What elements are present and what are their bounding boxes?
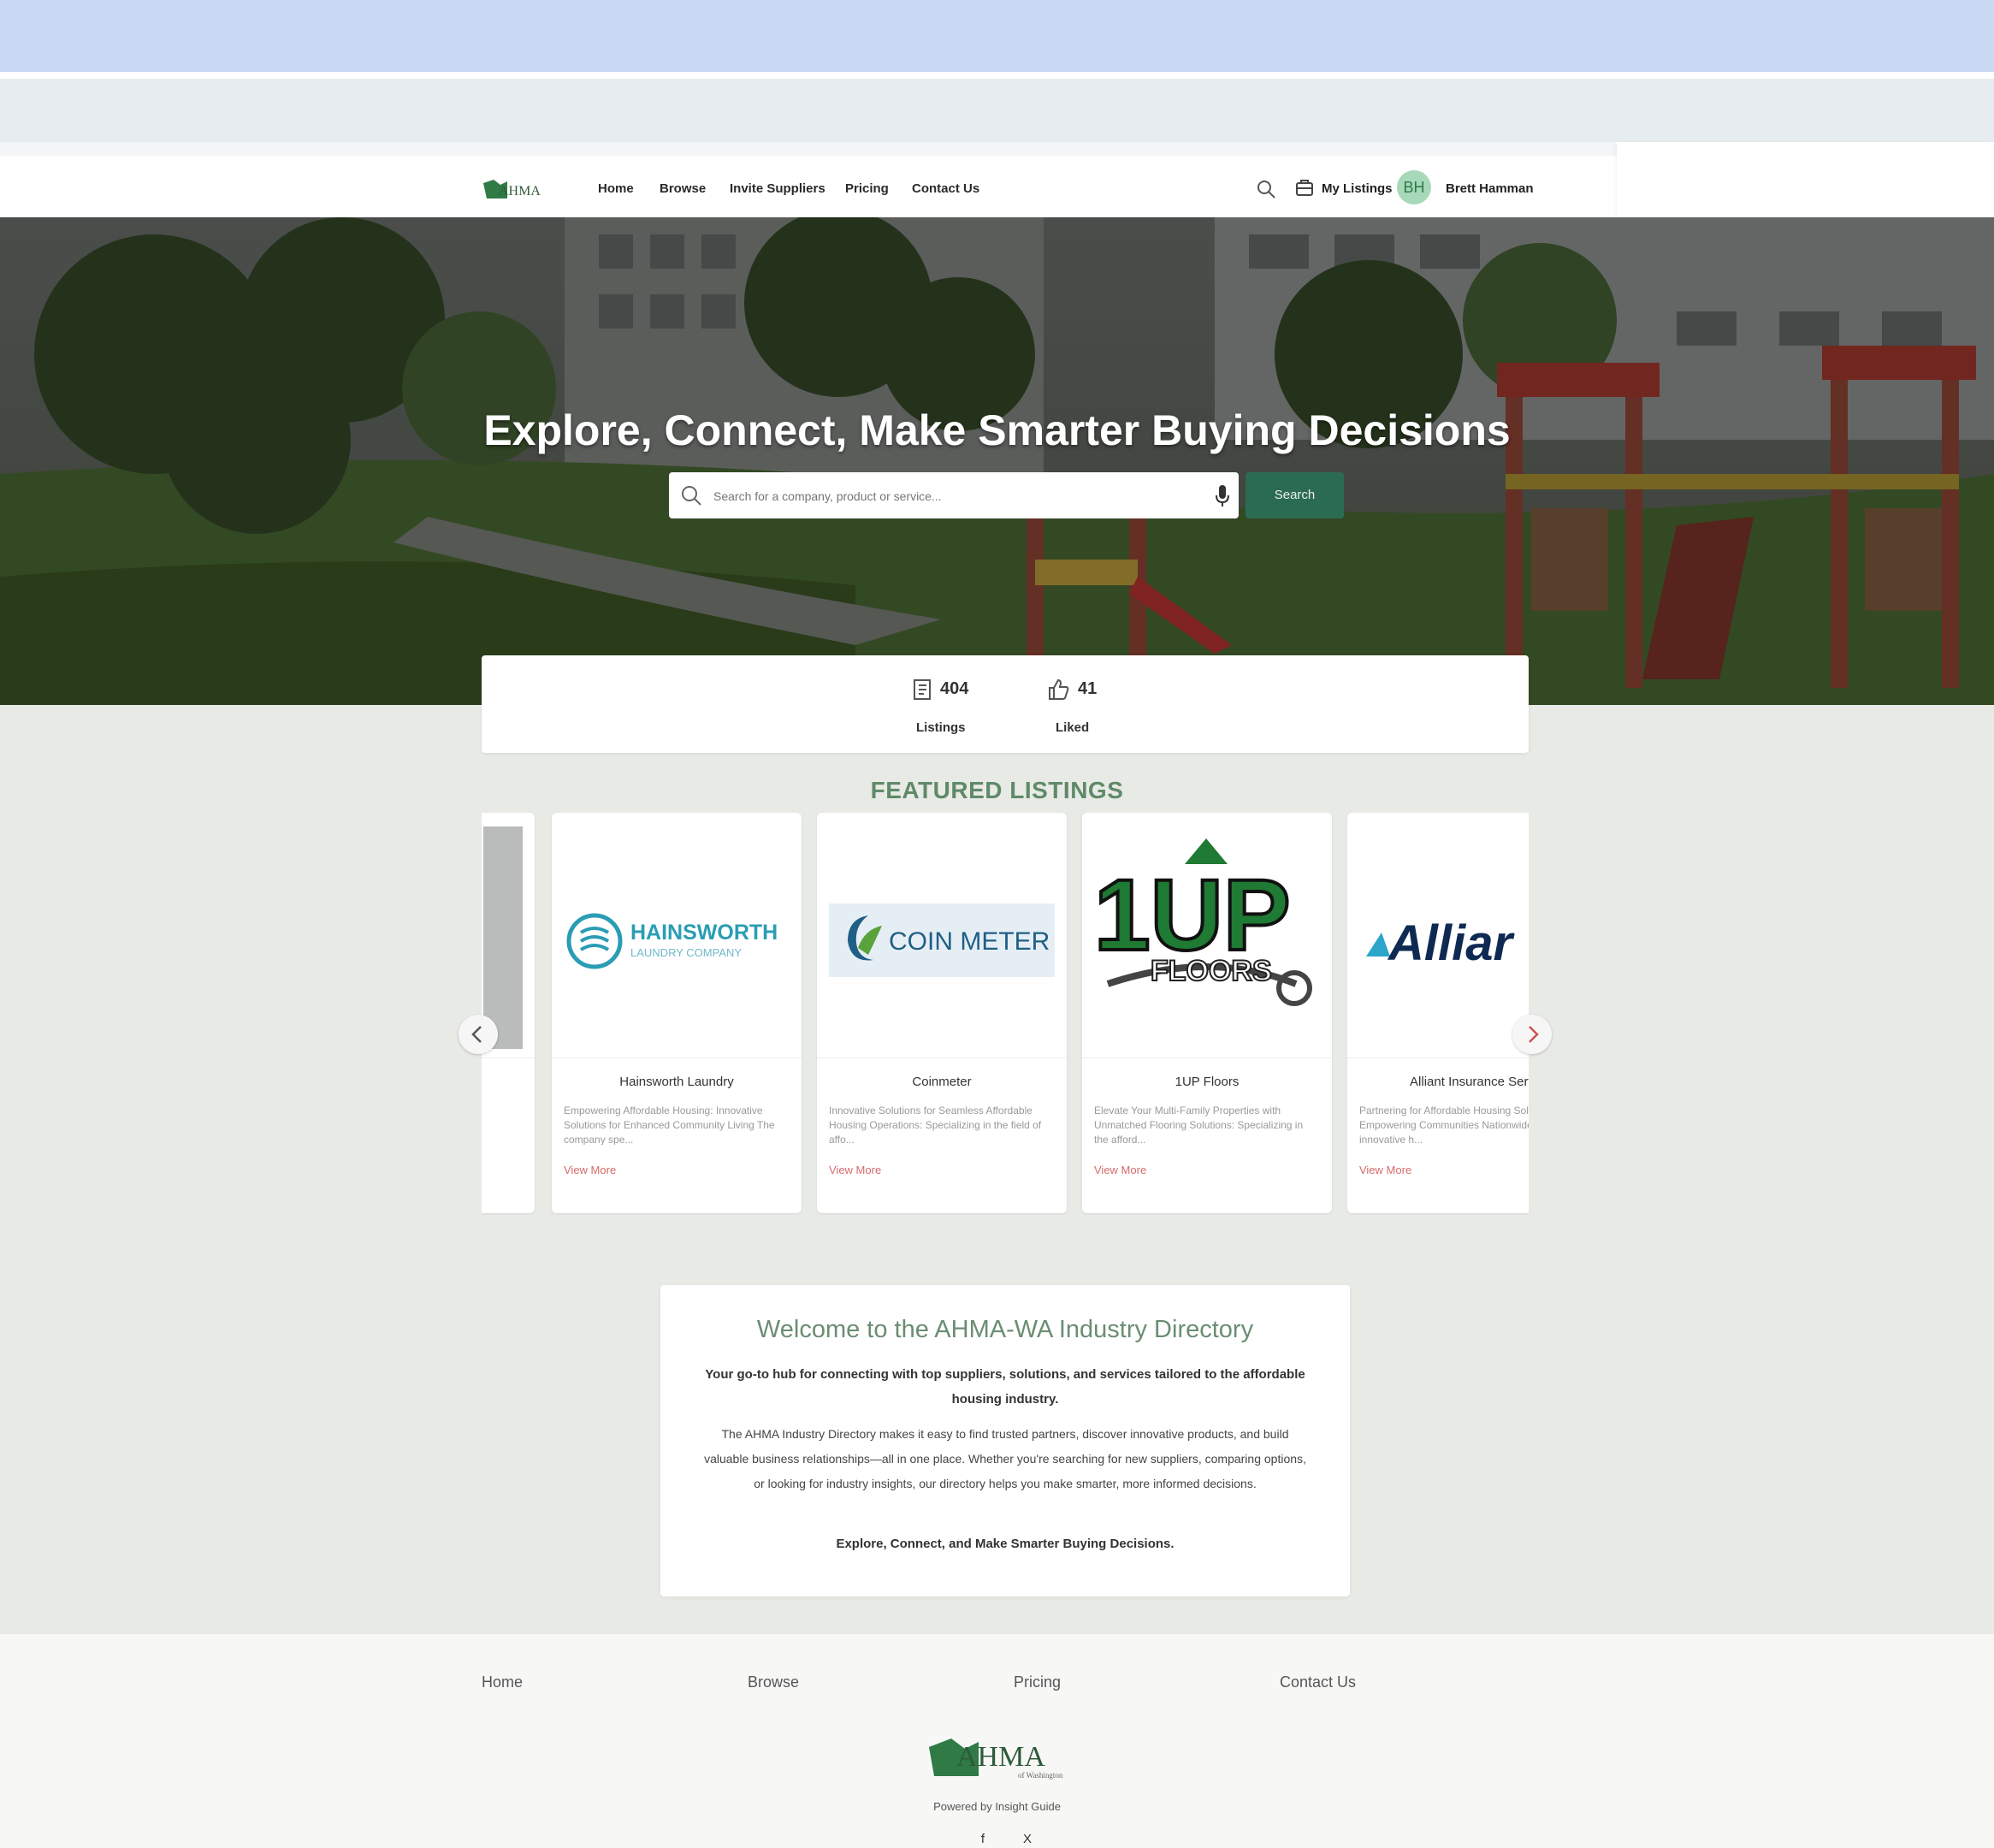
facebook-icon[interactable]: f [974,1831,991,1848]
avatar[interactable]: BH [1397,170,1431,204]
carousel-prev-button[interactable] [459,1015,498,1054]
listings-count: 404 [940,679,969,698]
hainsworth-logo: HAINSWORTH LAUNDRY COMPANY [566,913,778,969]
user-name[interactable]: Brett Hamman [1446,181,1534,196]
liked-label: Liked [1056,720,1090,735]
welcome-panel: Welcome to the AHMA-WA Industry Director… [660,1285,1350,1596]
card-description: Innovative Solutions for Seamless Afford… [829,1105,1042,1145]
listing-card-hainsworth[interactable]: HAINSWORTH LAUNDRY COMPANY Hainsworth La… [552,813,802,1213]
card-title: Hainsworth Laundry [619,1075,734,1089]
welcome-title: Welcome to the AHMA-WA Industry Director… [756,1316,1254,1343]
nav-invite-suppliers[interactable]: Invite Suppliers [730,181,825,196]
card-logo: 1UP FLOORS [1082,813,1332,1058]
listing-card-coinmeter[interactable]: COIN METER Coinmeter Innovative Solution… [817,813,1067,1213]
svg-text:of Washington: of Washington [1018,1771,1063,1780]
alliant-logo: Alliar [1366,915,1515,971]
card-description: Partnering for Affordable Housing Soluti… [1359,1105,1529,1145]
listing-card-partial[interactable] [482,813,535,1213]
featured-listings-title: FEATURED LISTINGS [870,777,1124,803]
search-icon[interactable] [1255,178,1277,200]
listing-card-alliant[interactable]: Alliar Alliant Insurance Serv Partnering… [1347,813,1529,1213]
welcome-subtitle: Your go-to hub for connecting with top s… [705,1367,1305,1407]
svg-text:AHMA: AHMA [956,1741,1045,1773]
nav-contact-us[interactable]: Contact Us [912,181,979,196]
card-title: Coinmeter [912,1075,972,1089]
powered-by-text: Powered by Insight Guide [933,1800,1061,1813]
welcome-tagline: Explore, Connect, and Make Smarter Buyin… [836,1537,1175,1551]
svg-text:COIN METER: COIN METER [889,927,1050,956]
hero-banner [0,217,1994,705]
chevron-left-icon [471,1026,482,1043]
listings-label: Listings [916,720,966,735]
hero-title: Explore, Connect, Make Smarter Buying De… [483,406,1511,454]
carousel-next-button[interactable] [1512,1015,1552,1054]
footer-pricing[interactable]: Pricing [1014,1673,1061,1691]
footer-browse[interactable]: Browse [748,1673,799,1691]
liked-count: 41 [1078,679,1098,698]
svg-text:AHMA: AHMA [499,184,541,198]
my-listings-icon[interactable] [1294,178,1315,198]
1up-floors-logo: 1UP FLOORS [1092,838,1312,1006]
view-more-link[interactable]: View More [564,1164,616,1176]
microphone-icon[interactable] [1213,482,1232,509]
listing-card-1up-floors[interactable]: 1UP FLOORS 1UP Floors Elevate Your Multi… [1082,813,1332,1213]
card-title: Alliant Insurance Serv [1410,1075,1529,1089]
browser-tab-strip [0,0,1994,72]
svg-text:FLOORS: FLOORS [1151,955,1272,987]
svg-text:Alliar: Alliar [1387,915,1515,971]
view-more-link[interactable]: View More [1094,1164,1146,1176]
card-title: 1UP Floors [1175,1075,1240,1089]
stats-card [482,655,1529,753]
search-button[interactable]: Search [1246,472,1344,518]
listings-icon [914,679,931,700]
featured-carousel: HAINSWORTH LAUNDRY COMPANY Hainsworth La… [482,813,1529,1215]
hero-background-image [0,217,1994,705]
ahma-footer-logo: AHMA of Washington [929,1738,1063,1780]
x-icon[interactable]: X [1019,1831,1036,1848]
card-logo: Alliar [1347,813,1529,1058]
search-input[interactable] [712,482,1194,511]
view-more-link[interactable]: View More [1359,1164,1411,1176]
footer-home[interactable]: Home [482,1673,523,1691]
browser-divider [0,72,1994,79]
thumbs-up-icon [1049,678,1069,700]
nav-home[interactable]: Home [598,181,634,196]
card-logo: COIN METER [817,813,1067,1058]
nav-pricing[interactable]: Pricing [845,181,889,196]
nav-browse[interactable]: Browse [660,181,706,196]
svg-text:HAINSWORTH: HAINSWORTH [630,921,778,945]
footer-contact-us[interactable]: Contact Us [1280,1673,1356,1691]
card-description: Elevate Your Multi-Family Properties wit… [1094,1105,1304,1145]
search-icon [682,486,701,506]
my-listings-link[interactable]: My Listings [1322,181,1393,196]
svg-text:LAUNDRY COMPANY: LAUNDRY COMPANY [630,946,742,959]
browser-address-bar[interactable] [0,79,1994,142]
card-logo: HAINSWORTH LAUNDRY COMPANY [552,813,802,1058]
view-more-link[interactable]: View More [829,1164,881,1176]
welcome-body: The AHMA Industry Directory makes it eas… [704,1427,1306,1490]
coinmeter-logo: COIN METER [829,903,1055,977]
chevron-right-icon [1529,1026,1539,1043]
card-description: Empowering Affordable Housing: Innovativ… [564,1105,775,1145]
ahma-logo[interactable]: AHMA [482,175,550,204]
